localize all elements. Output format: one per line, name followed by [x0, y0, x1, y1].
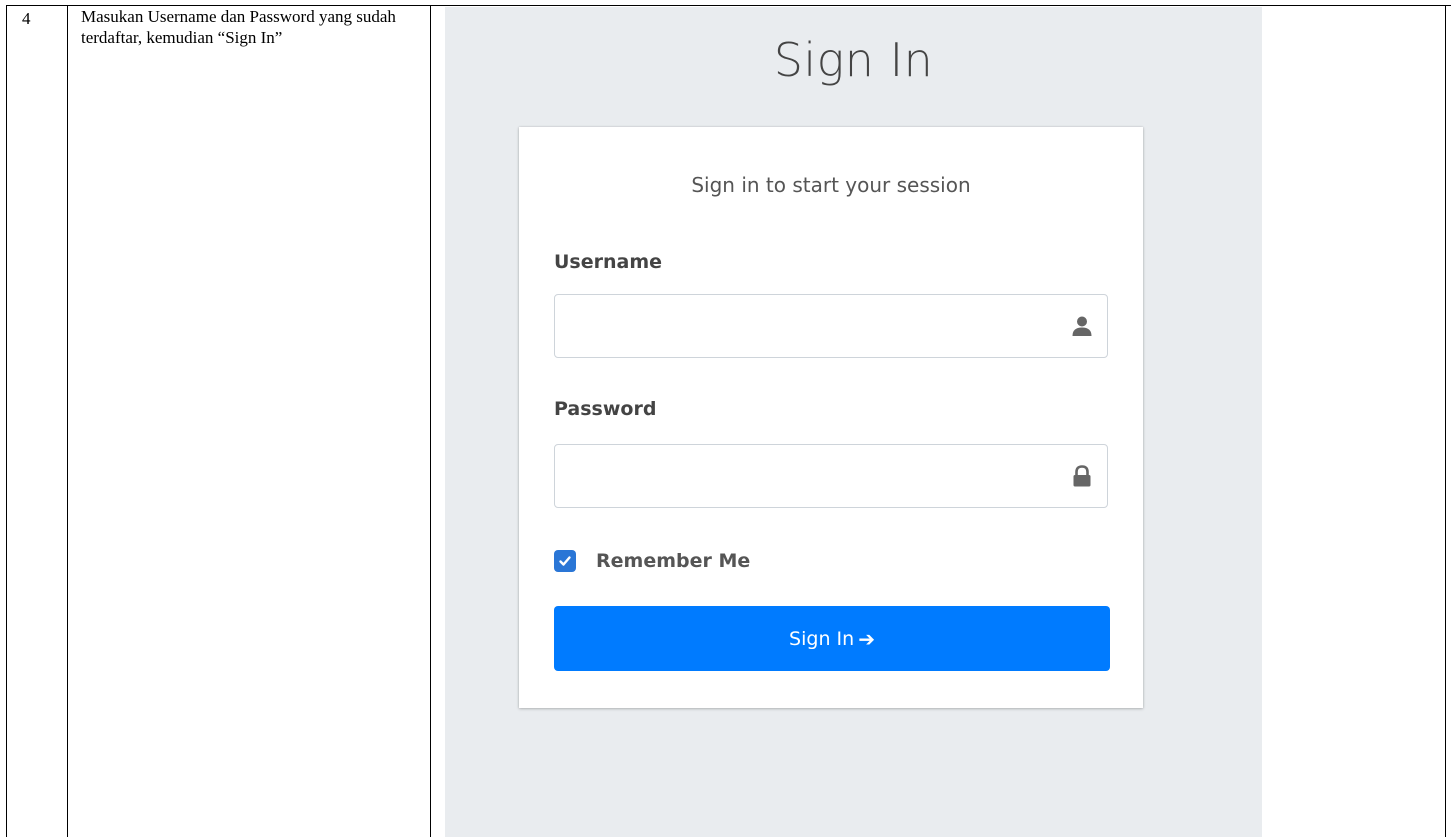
step-number: 4	[22, 9, 31, 28]
remember-me-label: Remember Me	[596, 550, 751, 572]
login-subtitle: Sign in to start your session	[691, 173, 971, 197]
table-border-right	[1445, 5, 1446, 837]
table-border-step-col	[430, 5, 431, 837]
lock-icon	[1073, 465, 1091, 487]
username-field[interactable]	[554, 294, 1108, 358]
password-input[interactable]	[555, 445, 1063, 507]
user-icon	[1072, 316, 1092, 336]
login-screenshot: Sign In Sign in to start your session Us…	[445, 7, 1262, 837]
username-input[interactable]	[555, 295, 1063, 357]
remember-me-row[interactable]: Remember Me	[554, 548, 750, 574]
remember-me-checkbox[interactable]	[554, 550, 576, 572]
password-field[interactable]	[554, 444, 1108, 508]
page-title: Sign In	[773, 33, 934, 87]
table-border-left	[6, 5, 7, 837]
check-icon	[559, 556, 571, 566]
arrow-right-icon: ➔	[858, 626, 875, 651]
document-table: 4 Masukan Username dan Password yang sud…	[0, 0, 1451, 837]
password-label: Password	[554, 398, 657, 420]
table-border-number-col	[67, 5, 68, 837]
login-card: Sign in to start your session Username P…	[519, 127, 1143, 708]
sign-in-button-label: Sign In	[789, 627, 855, 650]
step-description: Masukan Username dan Password yang sudah…	[81, 7, 396, 47]
sign-in-button[interactable]: Sign In ➔	[554, 606, 1110, 671]
username-label: Username	[554, 251, 663, 273]
